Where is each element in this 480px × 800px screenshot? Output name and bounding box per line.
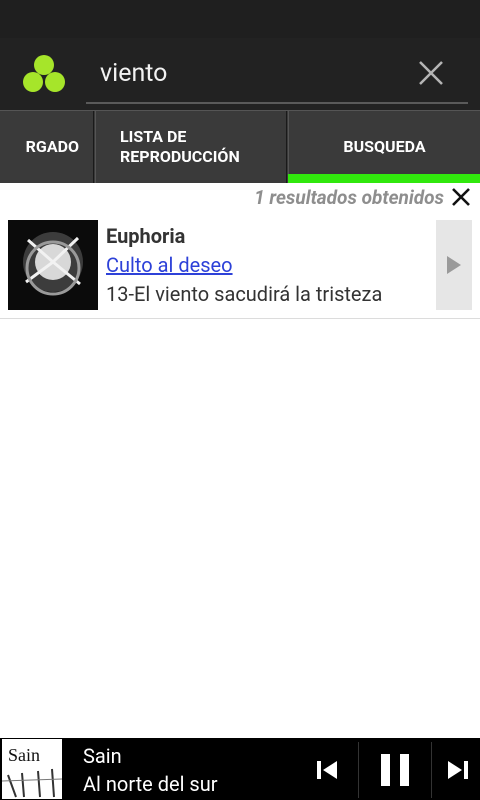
album-art-image: [8, 220, 98, 310]
results-summary-bar: 1 resultados obtenidos: [0, 182, 480, 216]
result-track: 13-El viento sacudirá la tristeza: [106, 282, 383, 306]
result-list-item[interactable]: Euphoria Culto al deseo 13-El viento sac…: [0, 216, 480, 319]
app-logo-icon: [22, 54, 66, 94]
tab-downloaded[interactable]: RGADO: [0, 111, 94, 183]
search-input[interactable]: viento: [86, 48, 468, 104]
close-icon[interactable]: [450, 186, 472, 208]
clear-icon[interactable]: [416, 58, 446, 88]
now-playing-cover: Sain: [2, 739, 62, 799]
pause-icon[interactable]: [358, 742, 432, 798]
now-playing-album: Al norte del sur: [83, 772, 218, 796]
search-query-text[interactable]: viento: [100, 58, 167, 90]
result-album-link[interactable]: Culto al deseo: [106, 253, 233, 277]
result-artist: Euphoria: [106, 224, 186, 248]
tab-downloaded-label: RGADO: [25, 137, 79, 156]
previous-icon[interactable]: [306, 742, 350, 798]
status-bar-area: [0, 0, 480, 38]
now-playing-cover-text: Sain: [8, 745, 41, 765]
now-playing-artist: Sain: [83, 744, 122, 768]
tab-playlist-label-line1: LISTA DE: [120, 127, 187, 146]
now-playing-bar: Sain Sain Al norte del sur: [0, 738, 480, 800]
tab-bar: RGADO LISTA DE REPRODUCCIÓN BUSQUEDA: [0, 110, 480, 183]
next-icon[interactable]: [434, 742, 480, 798]
action-bar: viento: [0, 38, 480, 110]
tab-playlist-label-line2: REPRODUCCIÓN: [120, 147, 240, 166]
tab-search[interactable]: BUSQUEDA: [288, 111, 480, 183]
tab-playlist[interactable]: LISTA DE REPRODUCCIÓN: [95, 111, 287, 183]
play-arrow-icon[interactable]: [436, 220, 472, 310]
tab-search-label: BUSQUEDA: [343, 137, 426, 156]
results-count-text: 1 resultados obtenidos: [254, 186, 444, 209]
